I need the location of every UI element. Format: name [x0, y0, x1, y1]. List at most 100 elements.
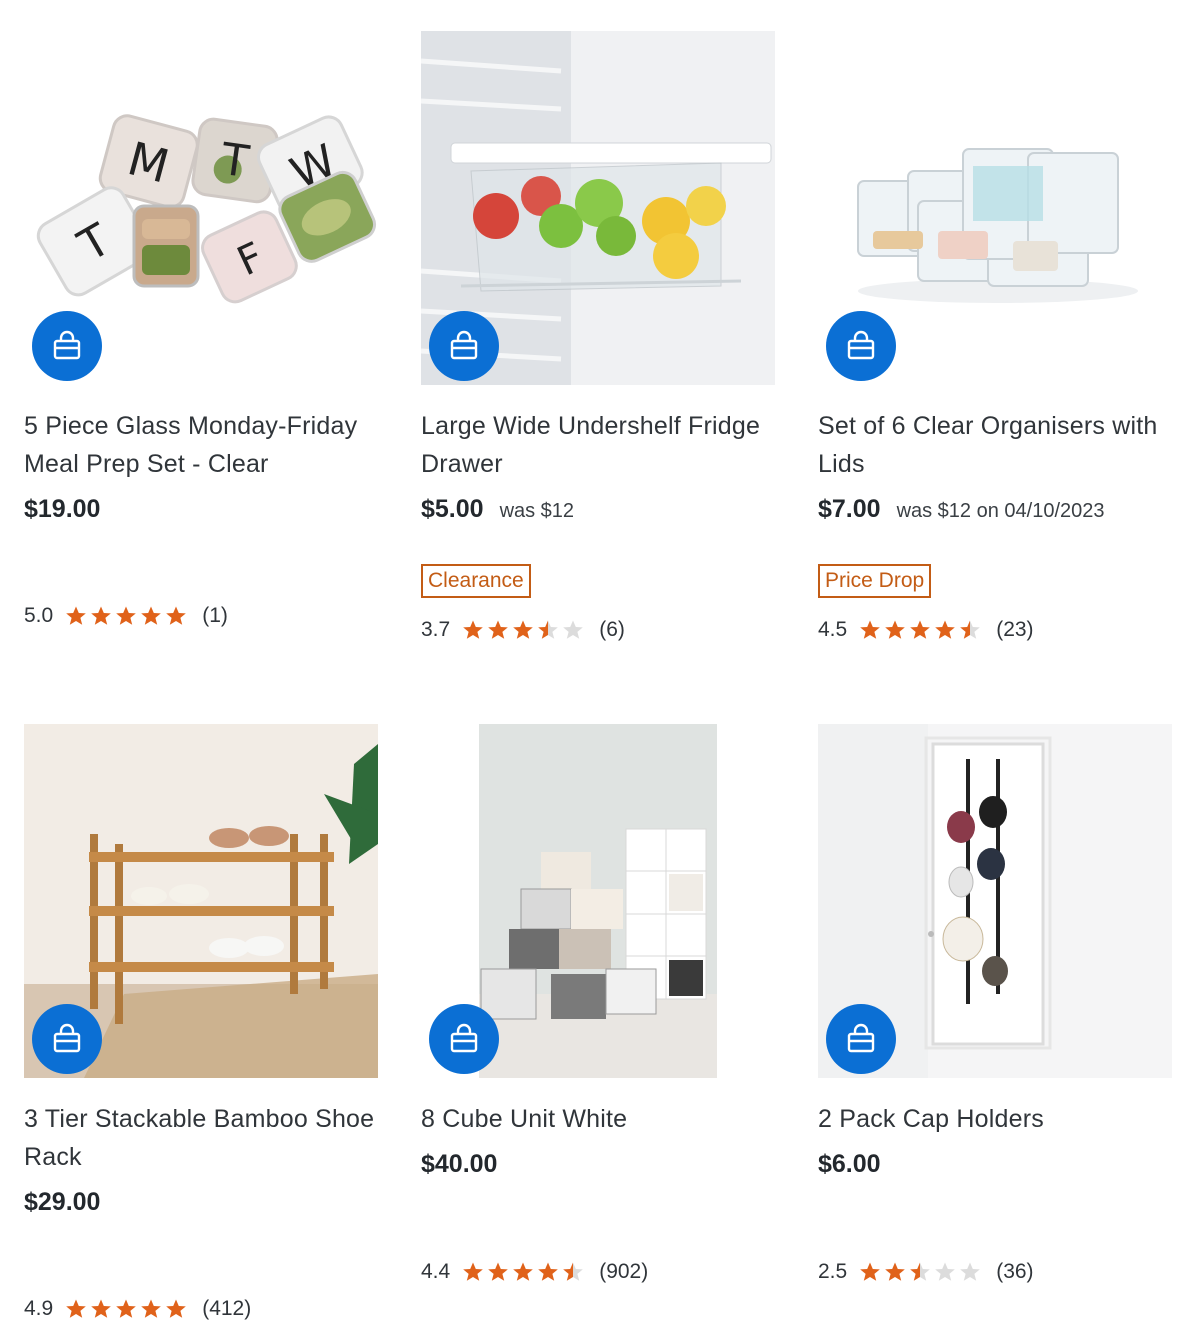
product-card[interactable]: M T W T F 5 Piece Glass Monday-Friday Me… — [24, 31, 378, 627]
rating-value: 4.9 — [24, 1297, 54, 1320]
price: $29.00 — [24, 1188, 101, 1216]
star-rating — [462, 619, 587, 641]
product-title[interactable]: Large Wide Undershelf Fridge Drawer — [421, 407, 775, 483]
product-title[interactable]: 5 Piece Glass Monday-Friday Meal Prep Se… — [24, 407, 378, 483]
product-card[interactable]: 8 Cube Unit White $40.00 4.4 (902) — [421, 724, 775, 1283]
rating-row[interactable]: 4.4 (902) — [421, 1260, 648, 1284]
product-image[interactable] — [421, 724, 775, 1078]
price: $19.00 — [24, 495, 101, 523]
review-count: (6) — [599, 618, 625, 641]
star-full-icon — [488, 1262, 509, 1281]
star-rating — [65, 1298, 190, 1320]
star-full-icon — [463, 620, 484, 639]
review-count: (412) — [202, 1297, 252, 1320]
review-count: (23) — [996, 618, 1034, 641]
price-drop-badge: Price Drop — [818, 564, 932, 598]
price: $5.00 — [421, 495, 484, 523]
product-title[interactable]: Set of 6 Clear Organisers with Lids — [818, 407, 1172, 483]
shopping-bag-icon — [53, 330, 81, 360]
product-card[interactable]: Set of 6 Clear Organisers with Lids $7.0… — [818, 31, 1172, 641]
product-image[interactable] — [818, 31, 1172, 385]
rating-value: 5.0 — [24, 604, 54, 627]
shopping-bag-icon — [847, 330, 875, 360]
rating-value: 4.5 — [818, 618, 848, 641]
product-card[interactable]: 3 Tier Stackable Bamboo Shoe Rack $29.00… — [24, 724, 378, 1320]
star-full-icon — [463, 1262, 484, 1281]
rating-row[interactable]: 3.7 (6) — [421, 618, 625, 642]
star-half-icon — [910, 1262, 931, 1281]
price-row: $19.00 — [24, 495, 378, 524]
star-full-icon — [885, 1262, 906, 1281]
shopping-bag-icon — [450, 1023, 478, 1053]
price-row: $29.00 — [24, 1188, 378, 1217]
add-to-cart-button[interactable] — [32, 1004, 102, 1074]
star-full-icon — [488, 620, 509, 639]
star-half-icon — [538, 620, 559, 639]
product-image[interactable]: M T W T F — [24, 31, 378, 385]
star-full-icon — [885, 620, 906, 639]
star-full-icon — [910, 620, 931, 639]
price: $6.00 — [818, 1150, 881, 1178]
rating-row[interactable]: 4.9 (412) — [24, 1297, 251, 1321]
price-row: $6.00 — [818, 1150, 1172, 1179]
star-full-icon — [538, 1262, 559, 1281]
star-full-icon — [91, 606, 112, 625]
shopping-bag-icon — [450, 330, 478, 360]
add-to-cart-button[interactable] — [429, 1004, 499, 1074]
product-image[interactable] — [24, 724, 378, 1078]
rating-row[interactable]: 2.5 (36) — [818, 1260, 1034, 1284]
star-empty-icon — [935, 1262, 956, 1281]
star-full-icon — [66, 606, 87, 625]
add-to-cart-button[interactable] — [429, 311, 499, 381]
star-full-icon — [141, 606, 162, 625]
rating-row[interactable]: 4.5 (23) — [818, 618, 1034, 642]
product-title[interactable]: 8 Cube Unit White — [421, 1100, 775, 1138]
star-full-icon — [141, 1299, 162, 1318]
star-full-icon — [513, 1262, 534, 1281]
star-full-icon — [166, 1299, 187, 1318]
star-full-icon — [513, 620, 534, 639]
star-full-icon — [166, 606, 187, 625]
add-to-cart-button[interactable] — [826, 1004, 896, 1074]
star-empty-icon — [960, 1262, 981, 1281]
star-rating — [65, 605, 190, 627]
rating-value: 3.7 — [421, 618, 451, 641]
was-price: was $12 — [499, 500, 575, 522]
rating-value: 4.4 — [421, 1260, 451, 1283]
star-rating — [859, 1261, 984, 1283]
rating-row[interactable]: 5.0 (1) — [24, 604, 228, 628]
rating-value: 2.5 — [818, 1260, 848, 1283]
product-title[interactable]: 3 Tier Stackable Bamboo Shoe Rack — [24, 1100, 378, 1176]
price-row: $40.00 — [421, 1150, 775, 1179]
product-title[interactable]: 2 Pack Cap Holders — [818, 1100, 1172, 1138]
star-empty-icon — [563, 620, 584, 639]
shopping-bag-icon — [847, 1023, 875, 1053]
product-card[interactable]: 2 Pack Cap Holders $6.00 2.5 (36) — [818, 724, 1172, 1283]
star-half-icon — [960, 620, 981, 639]
price-row: $7.00 was $12 on 04/10/2023 — [818, 495, 1172, 524]
star-full-icon — [116, 606, 137, 625]
star-full-icon — [860, 1262, 881, 1281]
price: $40.00 — [421, 1150, 498, 1178]
review-count: (36) — [996, 1260, 1034, 1283]
star-full-icon — [66, 1299, 87, 1318]
add-to-cart-button[interactable] — [32, 311, 102, 381]
star-full-icon — [116, 1299, 137, 1318]
star-rating — [462, 1261, 587, 1283]
price-row: $5.00 was $12 — [421, 495, 775, 524]
star-full-icon — [860, 620, 881, 639]
review-count: (1) — [202, 604, 228, 627]
add-to-cart-button[interactable] — [826, 311, 896, 381]
clearance-badge: Clearance — [421, 564, 531, 598]
product-image[interactable] — [818, 724, 1172, 1078]
review-count: (902) — [599, 1260, 649, 1283]
star-full-icon — [91, 1299, 112, 1318]
price: $7.00 — [818, 495, 881, 523]
star-half-icon — [563, 1262, 584, 1281]
product-image[interactable] — [421, 31, 775, 385]
star-full-icon — [935, 620, 956, 639]
star-rating — [859, 619, 984, 641]
product-card[interactable]: Large Wide Undershelf Fridge Drawer $5.0… — [421, 31, 775, 641]
shopping-bag-icon — [53, 1023, 81, 1053]
was-price: was $12 on 04/10/2023 — [896, 500, 1105, 522]
